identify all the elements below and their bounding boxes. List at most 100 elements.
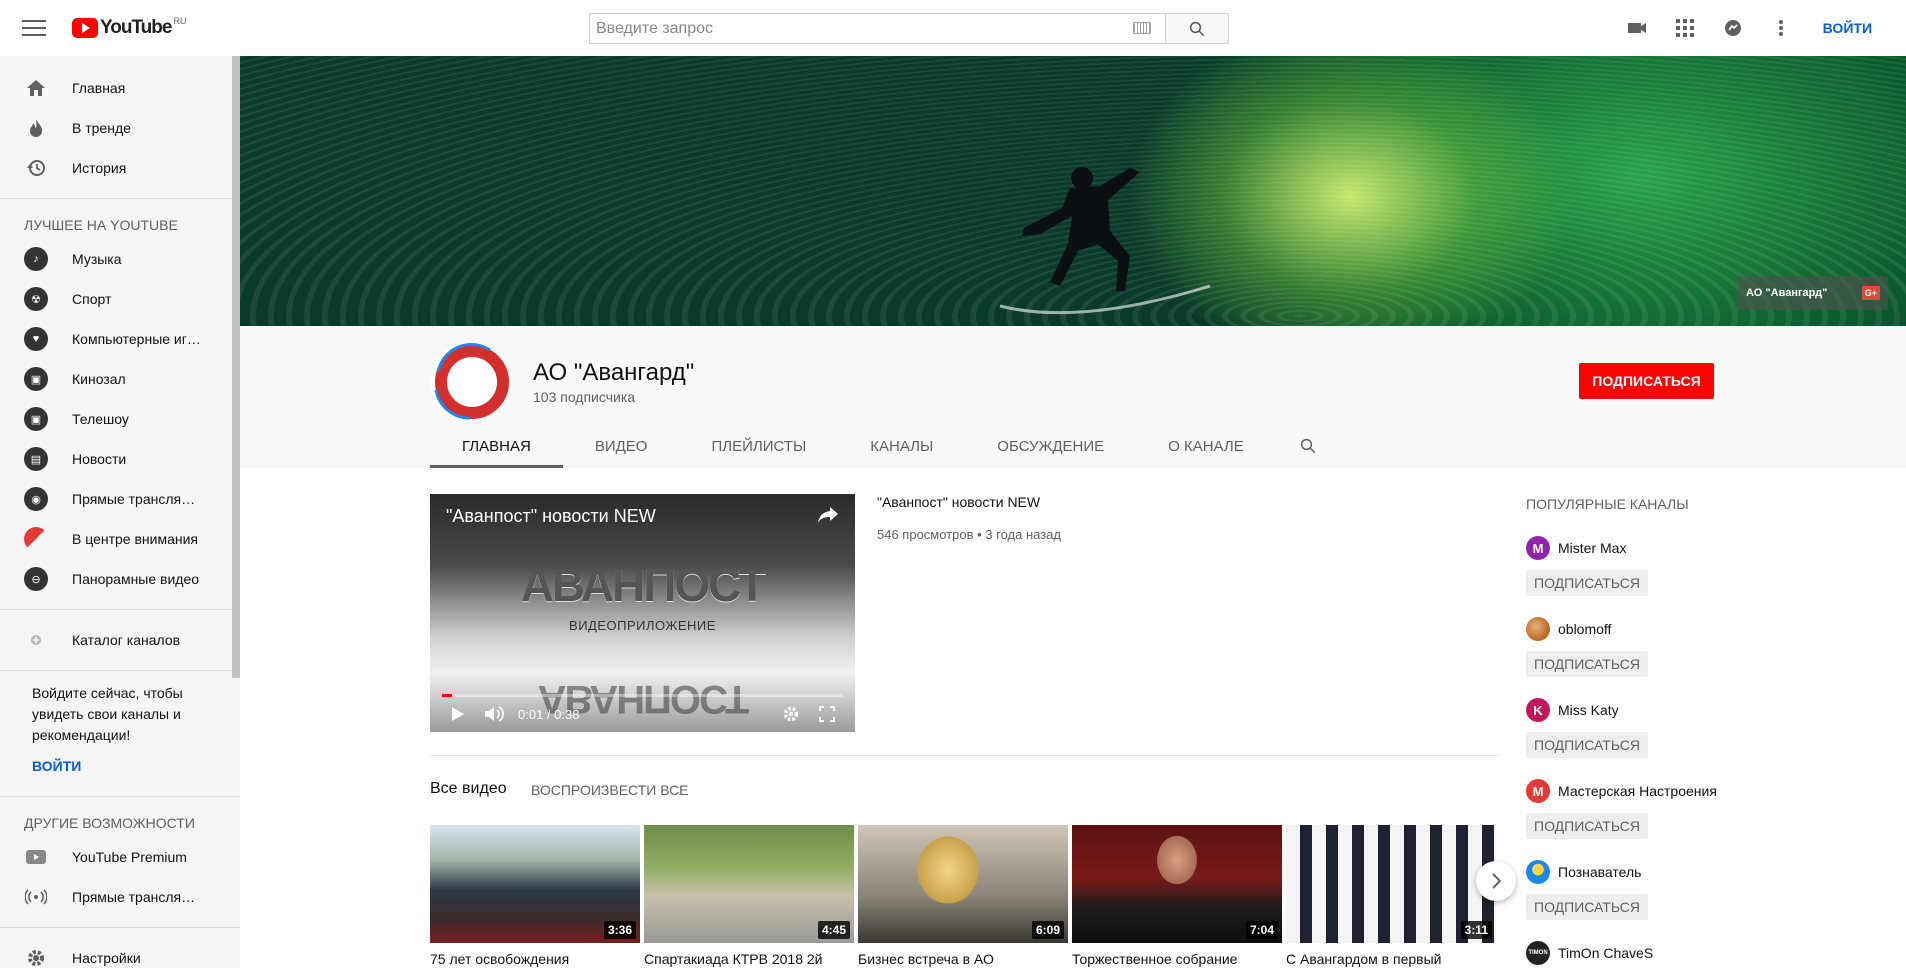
top-bar: YouTube RU ВОЙТИ (0, 0, 1906, 56)
google-plus-icon[interactable]: G+ (1861, 286, 1880, 300)
share-icon[interactable] (817, 506, 839, 527)
sidebar-item-label: Каталог каналов (72, 632, 181, 648)
login-button[interactable]: ВОЙТИ (1823, 20, 1872, 36)
popular-subscribe-button[interactable]: ПОДПИСАТЬСЯ (1526, 813, 1648, 839)
surfer-silhouette (999, 167, 1211, 315)
sidebar-item-catalog[interactable]: Каталог каналов (0, 620, 240, 660)
tab-about[interactable]: О КАНАЛЕ (1136, 424, 1276, 468)
sidebar-item-films[interactable]: ▣ Кинозал (0, 359, 240, 399)
sidebar-scrollbar[interactable] (232, 56, 240, 678)
sidebar-item-label: Панорамные видео (72, 571, 200, 587)
player-controls: 0:01 / 0:38 (430, 696, 855, 732)
apps-grid-icon[interactable] (1661, 8, 1709, 48)
sidebar-item-music[interactable]: ♪ Музыка (0, 239, 240, 279)
youtube-logo[interactable]: YouTube RU (72, 16, 186, 39)
broadcast-icon (24, 885, 48, 909)
video-card[interactable]: 3:36 75 лет освобождения (430, 825, 640, 967)
sidebar-item-history[interactable]: История (0, 148, 240, 188)
video-card[interactable]: 6:09 Бизнес встреча в АО (858, 825, 1068, 967)
create-video-icon[interactable] (1613, 8, 1661, 48)
fullscreen-icon[interactable] (809, 696, 845, 732)
film-icon: ▣ (24, 367, 48, 391)
sidebar: Главная В тренде История ЛУЧШЕЕ НА YOUTU… (0, 56, 240, 968)
popular-channel-link[interactable]: K Miss Katy (1526, 698, 1726, 722)
sidebar-divider (0, 198, 240, 199)
channel-tabs: ГЛАВНАЯ ВИДЕО ПЛЕЙЛИСТЫ КАНАЛЫ ОБСУЖДЕНИ… (430, 424, 1340, 468)
channel-avatar[interactable] (430, 342, 510, 422)
sidebar-item-settings[interactable]: Настройки (0, 938, 240, 968)
sidebar-divider (0, 927, 240, 928)
shelf-title[interactable]: Все видео (430, 780, 507, 798)
youtube-logo-icon (72, 18, 98, 38)
popular-channel-item: M Мастерская Настроения ПОДПИСАТЬСЯ (1526, 779, 1726, 839)
tab-home[interactable]: ГЛАВНАЯ (430, 424, 563, 468)
tab-playlists[interactable]: ПЛЕЙЛИСТЫ (679, 424, 838, 468)
play-icon[interactable] (440, 696, 476, 732)
popular-channel-name: Мастерская Настроения (1558, 783, 1717, 799)
banner-channel-link[interactable]: АО "Авангард" G+ (1738, 276, 1888, 310)
featured-video-player[interactable]: "Аванпост" новости NEW АВАНПОСТ ВИДЕОПРИ… (430, 494, 855, 732)
popular-channel-link[interactable]: TIMON TimOn ChaveS (1526, 941, 1726, 965)
video-duration: 7:04 (1245, 921, 1278, 939)
keyboard-icon[interactable] (1133, 22, 1151, 34)
youtube-icon (24, 845, 48, 869)
sidebar-item-news[interactable]: ▤ Новости (0, 439, 240, 479)
sidebar-item-tvshows[interactable]: ▣ Телешоу (0, 399, 240, 439)
popular-channel-link[interactable]: M Mister Max (1526, 536, 1726, 560)
tab-discussion[interactable]: ОБСУЖДЕНИЕ (965, 424, 1136, 468)
popular-subscribe-button[interactable]: ПОДПИСАТЬСЯ (1526, 732, 1648, 758)
play-all-button[interactable]: ВОСПРОИЗВЕСТИ ВСЕ (531, 782, 689, 798)
history-icon (24, 156, 48, 180)
live-icon: ◉ (24, 487, 48, 511)
video-duration: 4:45 (817, 921, 850, 939)
search-input[interactable] (589, 13, 1165, 44)
tab-channels[interactable]: КАНАЛЫ (838, 424, 965, 468)
channel-avatar-mister-max: M (1526, 536, 1550, 560)
sidebar-item-premium[interactable]: YouTube Premium (0, 837, 240, 877)
messages-icon[interactable] (1709, 8, 1757, 48)
subscribe-button[interactable]: ПОДПИСАТЬСЯ (1579, 363, 1714, 399)
popular-channel-link[interactable]: Познаватель (1526, 860, 1726, 884)
sidebar-item-label: Компьютерные игры (72, 331, 202, 347)
popular-channel-link[interactable]: M Мастерская Настроения (1526, 779, 1726, 803)
video-card[interactable]: 4:45 Спартакиада КТРВ 2018 2й (644, 825, 854, 967)
channel-avatar-poznavatel (1526, 860, 1550, 884)
sidebar-item-broadcast[interactable]: Прямые трансляции (0, 877, 240, 917)
sidebar-item-label: История (72, 160, 127, 176)
settings-gear-icon[interactable] (773, 696, 809, 732)
popular-channels-heading: ПОПУЛЯРНЫЕ КАНАЛЫ (1526, 496, 1689, 512)
popular-channel-item: TIMON TimOn ChaveS (1526, 941, 1726, 965)
popular-subscribe-button[interactable]: ПОДПИСАТЬСЯ (1526, 570, 1648, 596)
sidebar-item-label: Спорт (72, 291, 112, 307)
channel-search-icon[interactable] (1276, 424, 1340, 468)
section-divider (430, 755, 1500, 756)
sidebar-item-label: YouTube Premium (72, 849, 187, 865)
sidebar-item-trending[interactable]: В тренде (0, 108, 240, 148)
volume-icon[interactable] (476, 696, 512, 732)
popular-channel-name: Познаватель (1558, 864, 1642, 880)
sidebar-item-gaming[interactable]: ♥ Компьютерные игры (0, 319, 240, 359)
more-vert-icon[interactable] (1757, 8, 1805, 48)
hamburger-menu-icon[interactable] (22, 17, 46, 39)
video-card[interactable]: 3:11 С Авангардом в первый (1286, 825, 1496, 967)
search-button[interactable] (1165, 13, 1229, 44)
featured-video-title[interactable]: "Аванпост" новости NEW (877, 494, 1040, 510)
tab-videos[interactable]: ВИДЕО (563, 424, 680, 468)
sidebar-login-link[interactable]: ВОЙТИ (0, 748, 240, 786)
player-logo-text: АВАНПОСТ (520, 559, 767, 611)
sidebar-item-label: Музыка (72, 251, 122, 267)
sidebar-item-360[interactable]: ⊖ Панорамные видео (0, 559, 240, 599)
video-card[interactable]: 7:04 Торжественное собрание (1072, 825, 1282, 967)
video-thumbnail: 3:11 (1286, 825, 1496, 943)
popular-subscribe-button[interactable]: ПОДПИСАТЬСЯ (1526, 651, 1648, 677)
sidebar-divider (0, 609, 240, 610)
sidebar-item-home[interactable]: Главная (0, 68, 240, 108)
sidebar-item-sport[interactable]: ☢ Спорт (0, 279, 240, 319)
chevron-right-icon[interactable] (1476, 861, 1516, 901)
sidebar-item-label: Настройки (72, 950, 141, 966)
player-subtitle: ВИДЕОПРИЛОЖЕНИЕ (569, 618, 716, 633)
popular-channel-link[interactable]: oblomoff (1526, 617, 1726, 641)
popular-subscribe-button[interactable]: ПОДПИСАТЬСЯ (1526, 894, 1648, 920)
sidebar-item-spotlight[interactable]: В центре внимания (0, 519, 240, 559)
sidebar-item-live[interactable]: ◉ Прямые трансляции (0, 479, 240, 519)
